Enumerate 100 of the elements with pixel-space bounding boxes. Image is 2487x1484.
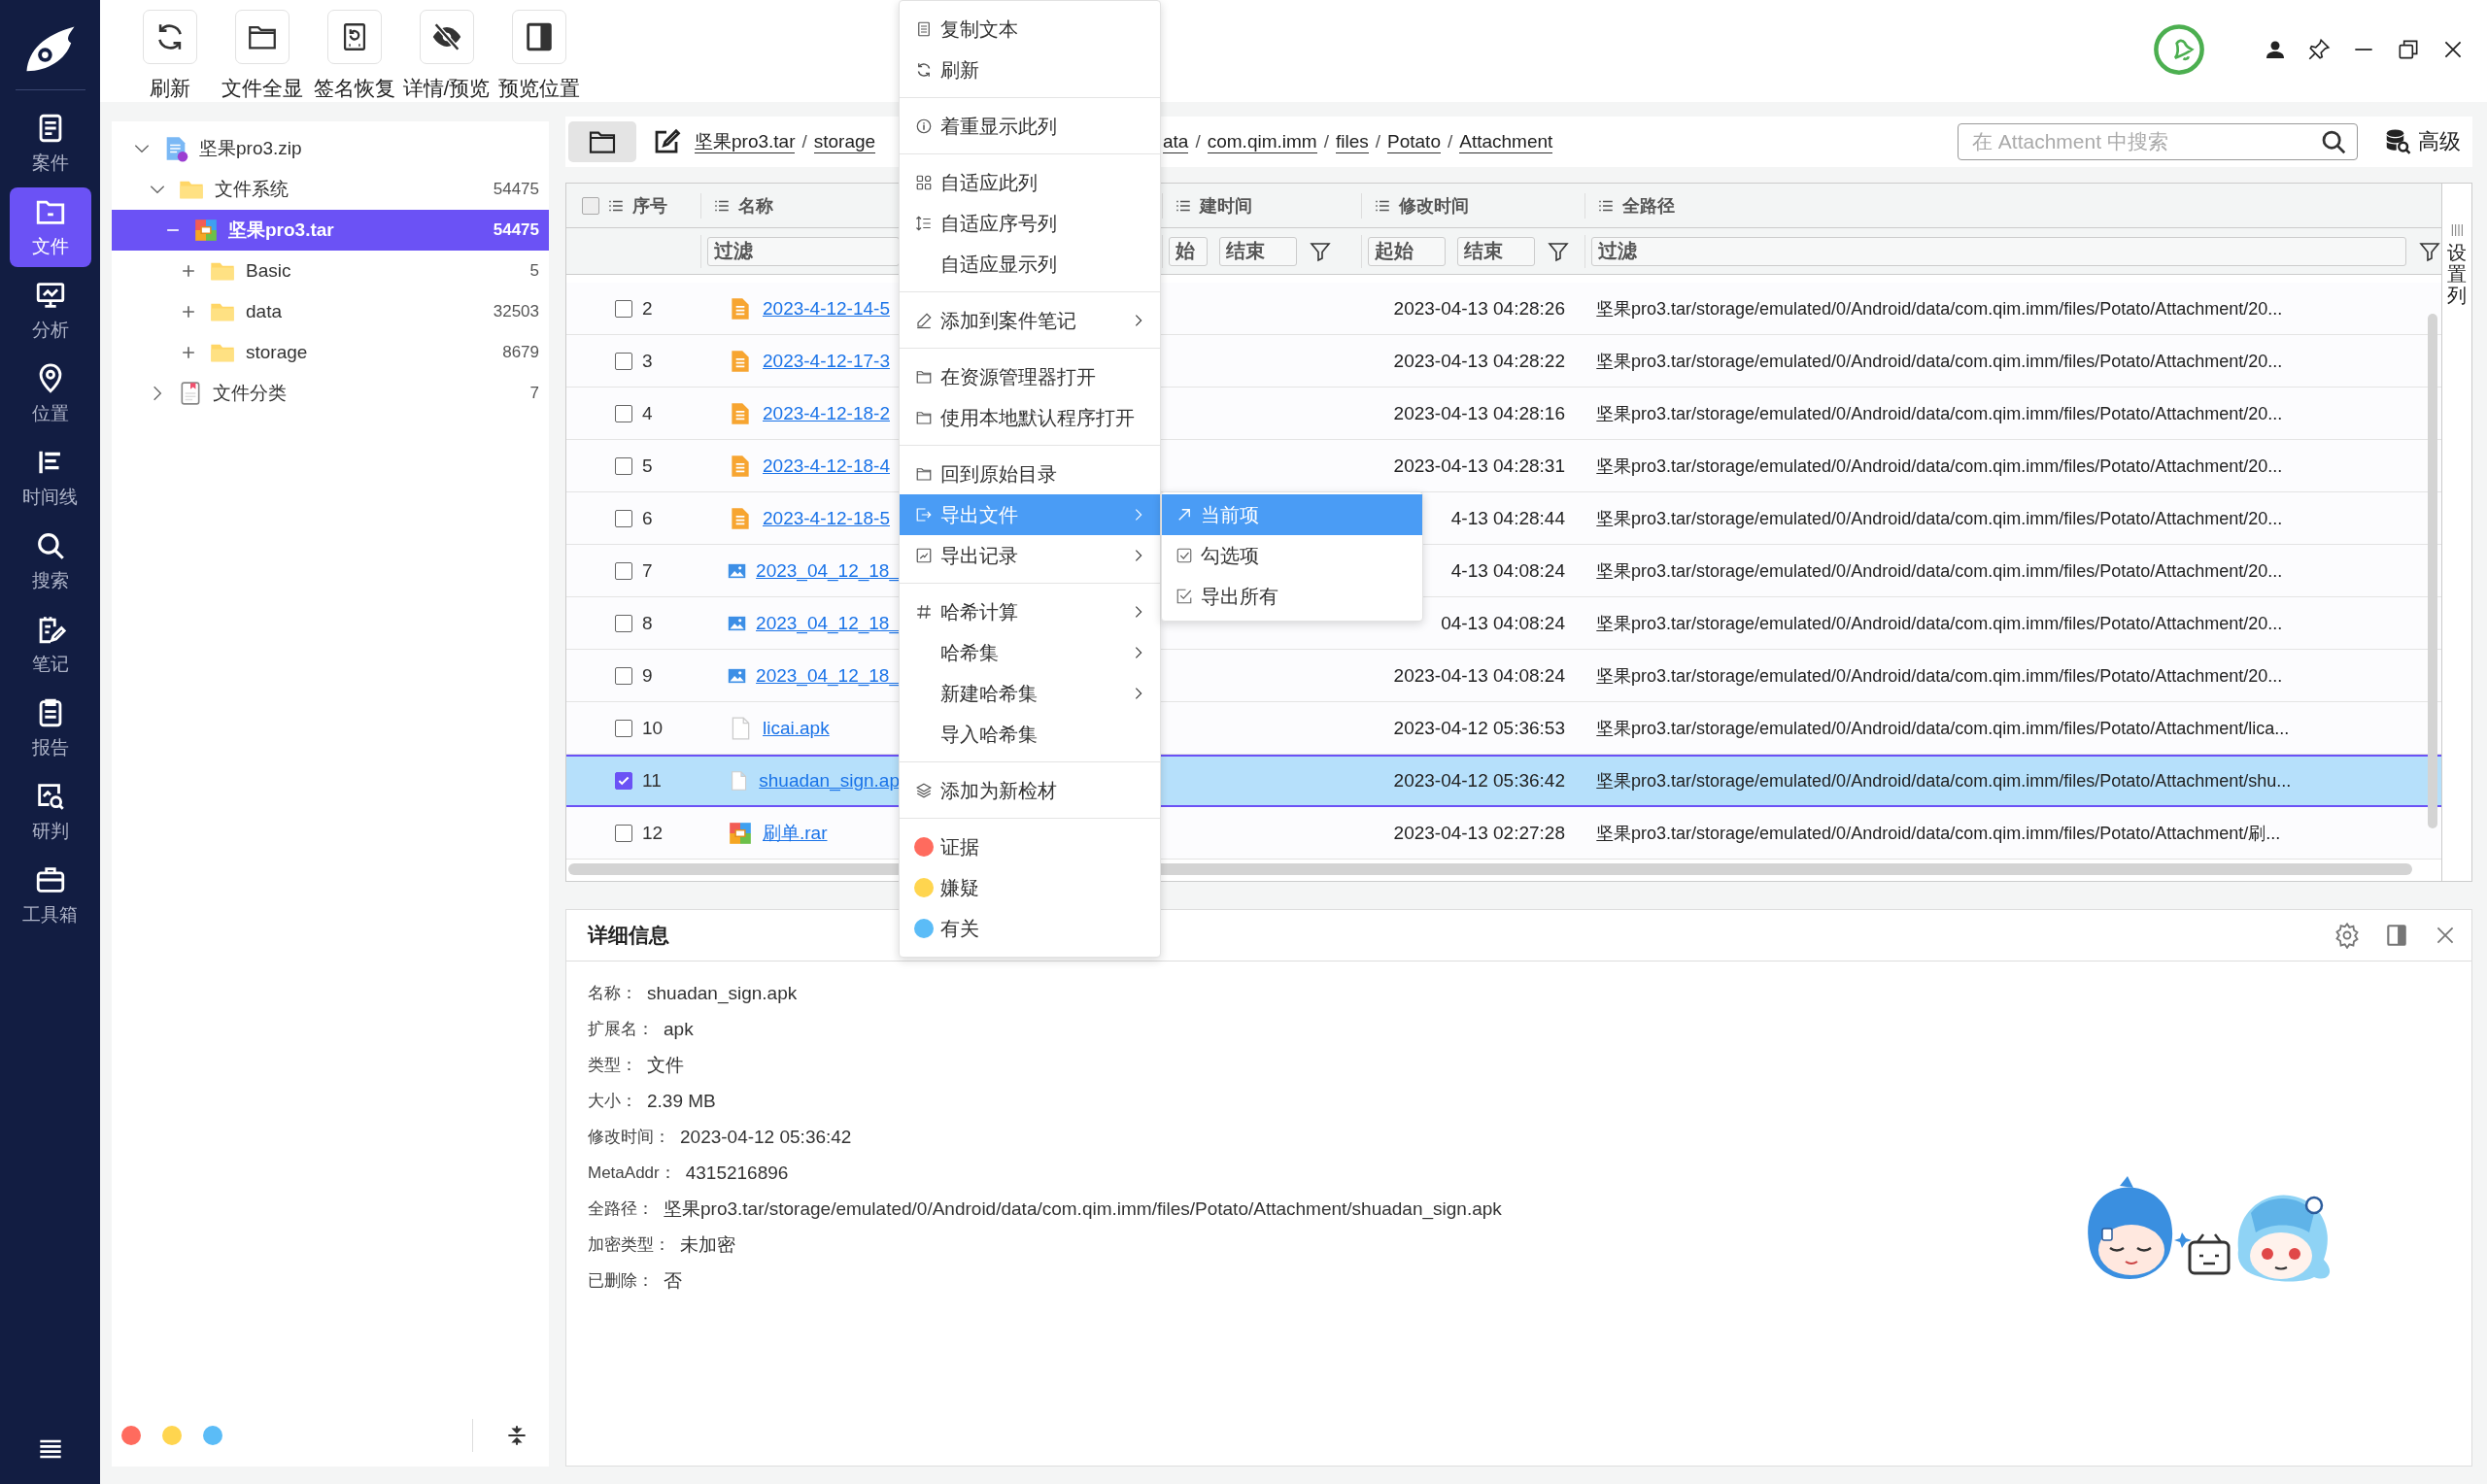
toolbar-button[interactable]: [511, 10, 566, 64]
filter-field[interactable]: 起始: [1368, 236, 1446, 266]
breadcrumb-separator: /: [1375, 131, 1380, 152]
checkbox[interactable]: [615, 614, 632, 632]
search-field[interactable]: 在 Attachment 中搜索: [1958, 123, 2358, 160]
file-link[interactable]: 2023_04_12_18_: [756, 559, 900, 582]
menu-item[interactable]: 自适应此列: [900, 162, 1160, 203]
filter-field[interactable]: 结束: [1219, 236, 1297, 266]
file-link[interactable]: 刷单.rar: [763, 820, 828, 846]
file-link[interactable]: 2023_04_12_18_: [756, 612, 900, 634]
nav-item[interactable]: 报告: [9, 689, 91, 768]
pencil-icon: [915, 312, 933, 329]
table-cell: 4-13 04:08:24: [1450, 559, 1565, 582]
table-cell: 坚果pro3.tar/storage/emulated/0/Android/data/com.qim.imm/files/Potato/Attachment/20...: [1596, 613, 2283, 633]
field-value: 2023-04-12 05:36:42: [680, 1126, 852, 1148]
toolbar-button[interactable]: [326, 10, 382, 64]
checkbox[interactable]: [615, 561, 632, 580]
filter-field[interactable]: 始: [1169, 236, 1208, 266]
menu-item[interactable]: 自适应显示列: [900, 244, 1160, 285]
chart-box-icon: [915, 547, 933, 564]
nav-item[interactable]: 笔记: [9, 605, 91, 685]
columns-icon: [2449, 222, 2465, 238]
checkbox[interactable]: [615, 509, 632, 527]
file-link[interactable]: 2023-4-12-18-2: [763, 402, 890, 424]
menu-item[interactable]: 导入哈希集: [900, 714, 1160, 755]
file-link[interactable]: 2023-4-12-18-4: [763, 455, 890, 477]
breadcrumb-link[interactable]: ata: [1163, 129, 1189, 154]
tree-item[interactable]: 文件分类 7: [112, 373, 549, 414]
check-box-icon: [1175, 588, 1193, 605]
tree-item[interactable]: storage 8679: [112, 332, 549, 373]
bell-icon[interactable]: [2153, 23, 2205, 76]
table-cell: 坚果pro3.tar/storage/emulated/0/Android/data/com.qim.imm/files/Potato/Attachment/20...: [1596, 351, 2283, 371]
file-link[interactable]: 2023-4-12-14-5: [763, 297, 890, 320]
checkbox[interactable]: [615, 352, 632, 370]
tree-item[interactable]: 坚果pro3.tar 54475: [112, 210, 549, 251]
tree-item[interactable]: 文件系统 54475: [112, 169, 549, 210]
toolbar-button[interactable]: [234, 10, 290, 64]
checkbox[interactable]: [615, 404, 632, 422]
filter-field[interactable]: 结束: [1457, 236, 1535, 266]
filter-field[interactable]: 过滤: [1591, 236, 2406, 266]
file-link[interactable]: 2023-4-12-17-3: [763, 350, 890, 372]
menu-item[interactable]: 有关: [900, 908, 1160, 949]
checkbox[interactable]: [615, 666, 632, 685]
filter-field[interactable]: 过滤: [707, 236, 900, 266]
breadcrumb-link[interactable]: Attachment: [1459, 129, 1553, 154]
tree-item[interactable]: Basic 5: [112, 251, 549, 291]
table-cell: 坚果pro3.tar/storage/emulated/0/Android/data/com.qim.imm/files/Potato/Attachment/20...: [1596, 455, 2283, 476]
menu-item[interactable]: 自适应序号列: [900, 203, 1160, 244]
checkbox[interactable]: [615, 299, 632, 318]
breadcrumb-link[interactable]: com.qim.imm: [1207, 129, 1317, 154]
nav-item[interactable]: 分析: [9, 271, 91, 351]
checkbox[interactable]: [615, 719, 632, 737]
breadcrumb-link[interactable]: Potato: [1387, 129, 1441, 154]
breadcrumb-link[interactable]: files: [1335, 129, 1369, 154]
table-cell: 坚果pro3.tar/storage/emulated/0/Android/data/com.qim.imm/files/Potato/Attachment/lica...: [1596, 718, 2290, 738]
column-header[interactable]: 序号: [632, 193, 667, 218]
tree-item[interactable]: data 32503: [112, 291, 549, 332]
column-header[interactable]: 名称: [738, 193, 773, 218]
breadcrumb-link[interactable]: storage: [813, 129, 876, 154]
table-cell: 2023-04-13 02:27:28: [1393, 822, 1565, 844]
file-link[interactable]: 2023-4-12-18-5: [763, 507, 890, 529]
menu-item[interactable]: 复制文本: [900, 9, 1160, 50]
nav-item[interactable]: 案件: [9, 104, 91, 184]
checkbox[interactable]: [615, 772, 632, 790]
file-link[interactable]: licai.apk: [763, 717, 830, 739]
toolbar-button[interactable]: [142, 10, 197, 64]
select-all-checkbox[interactable]: [582, 196, 599, 215]
column-header[interactable]: 全路径: [1622, 193, 1675, 218]
column-header[interactable]: 修改时间: [1399, 193, 1469, 218]
item-count: 5: [529, 261, 539, 281]
checkbox[interactable]: [615, 824, 632, 842]
column-header[interactable]: 建时间: [1200, 193, 1252, 218]
tag-dot[interactable]: [162, 1426, 182, 1445]
folder-button[interactable]: [568, 121, 636, 162]
settings-icon[interactable]: [2334, 922, 2361, 949]
field-label: 全路径：: [588, 1198, 654, 1220]
menu-item[interactable]: 刷新: [900, 50, 1160, 90]
table-cell: 坚果pro3.tar/storage/emulated/0/Android/data/com.qim.imm/files/Potato/Attachment/20...: [1596, 508, 2283, 528]
menu-item[interactable]: 回到原始目录: [900, 454, 1160, 494]
nav-item[interactable]: 位置: [9, 354, 91, 434]
file-link[interactable]: 2023_04_12_18_: [756, 664, 900, 687]
toolbar-button[interactable]: [419, 10, 474, 64]
row-number: 3: [642, 350, 653, 372]
menu-item[interactable]: 着重显示此列: [900, 106, 1160, 147]
nav-item[interactable]: 搜索: [9, 522, 91, 601]
menu-item[interactable]: 嫌疑: [900, 867, 1160, 908]
nav-item[interactable]: 工具箱: [9, 856, 91, 935]
breadcrumb-link[interactable]: 坚果pro3.tar: [695, 129, 796, 154]
advanced-button[interactable]: 高级: [2383, 127, 2461, 156]
tag-dot[interactable]: [121, 1426, 141, 1445]
menu-item[interactable]: 使用本地默认程序打开: [900, 397, 1160, 438]
nav-item[interactable]: 时间线: [9, 438, 91, 518]
nav-item[interactable]: 研判: [9, 772, 91, 852]
nav-item[interactable]: 文件: [9, 187, 91, 267]
checkbox[interactable]: [615, 456, 632, 475]
pin-icon[interactable]: [2306, 37, 2332, 62]
column-settings-tab[interactable]: 设置列: [2446, 222, 2468, 306]
tree-item[interactable]: 坚果pro3.zip: [112, 128, 549, 169]
tag-dot[interactable]: [203, 1426, 222, 1445]
panel-right-icon[interactable]: [2384, 923, 2409, 948]
